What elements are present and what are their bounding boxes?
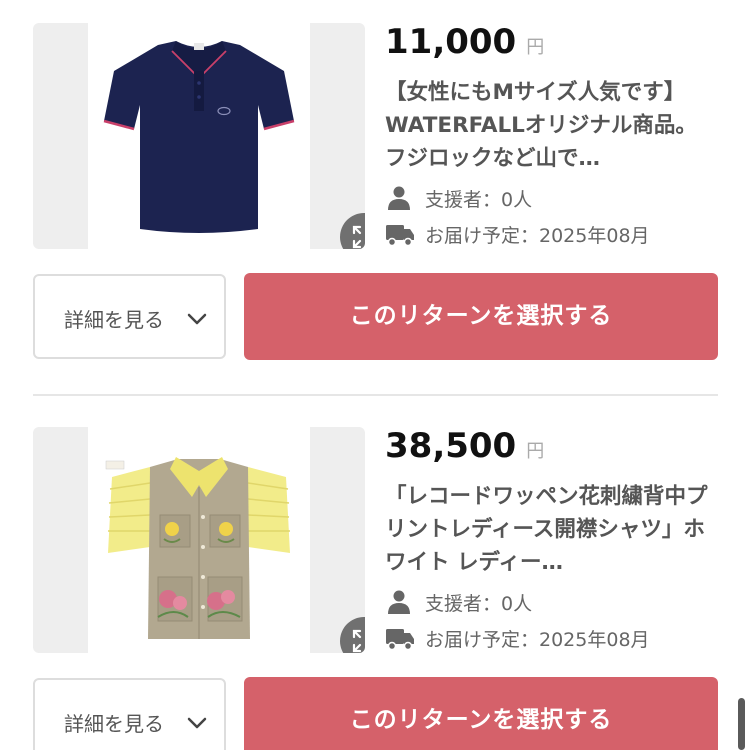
reward-image <box>88 23 310 249</box>
divider <box>33 394 718 396</box>
navy-polo-shirt-image <box>103 41 295 233</box>
expand-image-button[interactable] <box>340 617 365 653</box>
currency-label: 円 <box>526 441 545 462</box>
truck-icon <box>386 629 414 651</box>
reward-list: 11,000 円 【女性にもMサイズ人気です】 WATERFALLオリジナル商品。… <box>0 0 750 750</box>
scrollbar[interactable] <box>738 698 745 750</box>
reward-price: 11,000 <box>385 22 517 62</box>
reward-title: 「レコードワッペン花刺繍背中プリントレディース開襟シャツ」ホワイト レディー… <box>385 484 708 575</box>
backers-label: 支援者：0人 <box>425 189 533 211</box>
view-details-button[interactable]: 詳細を見る <box>33 678 226 750</box>
truck-icon <box>386 225 414 247</box>
chevron-down-icon <box>187 717 207 729</box>
reward-image-frame[interactable] <box>33 427 365 653</box>
view-details-label: 詳細を見る <box>64 308 164 332</box>
price-row: 38,500 円 <box>385 426 544 466</box>
reward-image <box>88 427 310 653</box>
select-reward-button[interactable]: このリターンを選択する <box>244 677 718 750</box>
person-icon <box>388 186 410 210</box>
currency-label: 円 <box>526 37 545 58</box>
select-reward-button[interactable]: このリターンを選択する <box>244 273 718 360</box>
expand-image-button[interactable] <box>340 213 365 249</box>
backers-label: 支援者：0人 <box>425 593 533 615</box>
delivery-label: お届け予定：2025年08月 <box>425 629 650 651</box>
select-reward-label: このリターンを選択する <box>349 707 613 733</box>
embroidered-shirt-image <box>105 457 290 639</box>
person-icon <box>388 590 410 614</box>
reward-title: 【女性にもMサイズ人気です】 WATERFALLオリジナル商品。フジロックなど山… <box>385 80 697 171</box>
view-details-button[interactable]: 詳細を見る <box>33 274 226 359</box>
price-row: 11,000 円 <box>385 22 544 62</box>
chevron-down-icon <box>187 313 207 325</box>
delivery-label: お届け予定：2025年08月 <box>425 225 650 247</box>
reward-price: 38,500 <box>385 426 517 466</box>
expand-icon <box>352 225 362 249</box>
expand-icon <box>352 629 362 653</box>
view-details-label: 詳細を見る <box>64 712 164 736</box>
select-reward-label: このリターンを選択する <box>349 303 613 329</box>
reward-image-frame[interactable] <box>33 23 365 249</box>
